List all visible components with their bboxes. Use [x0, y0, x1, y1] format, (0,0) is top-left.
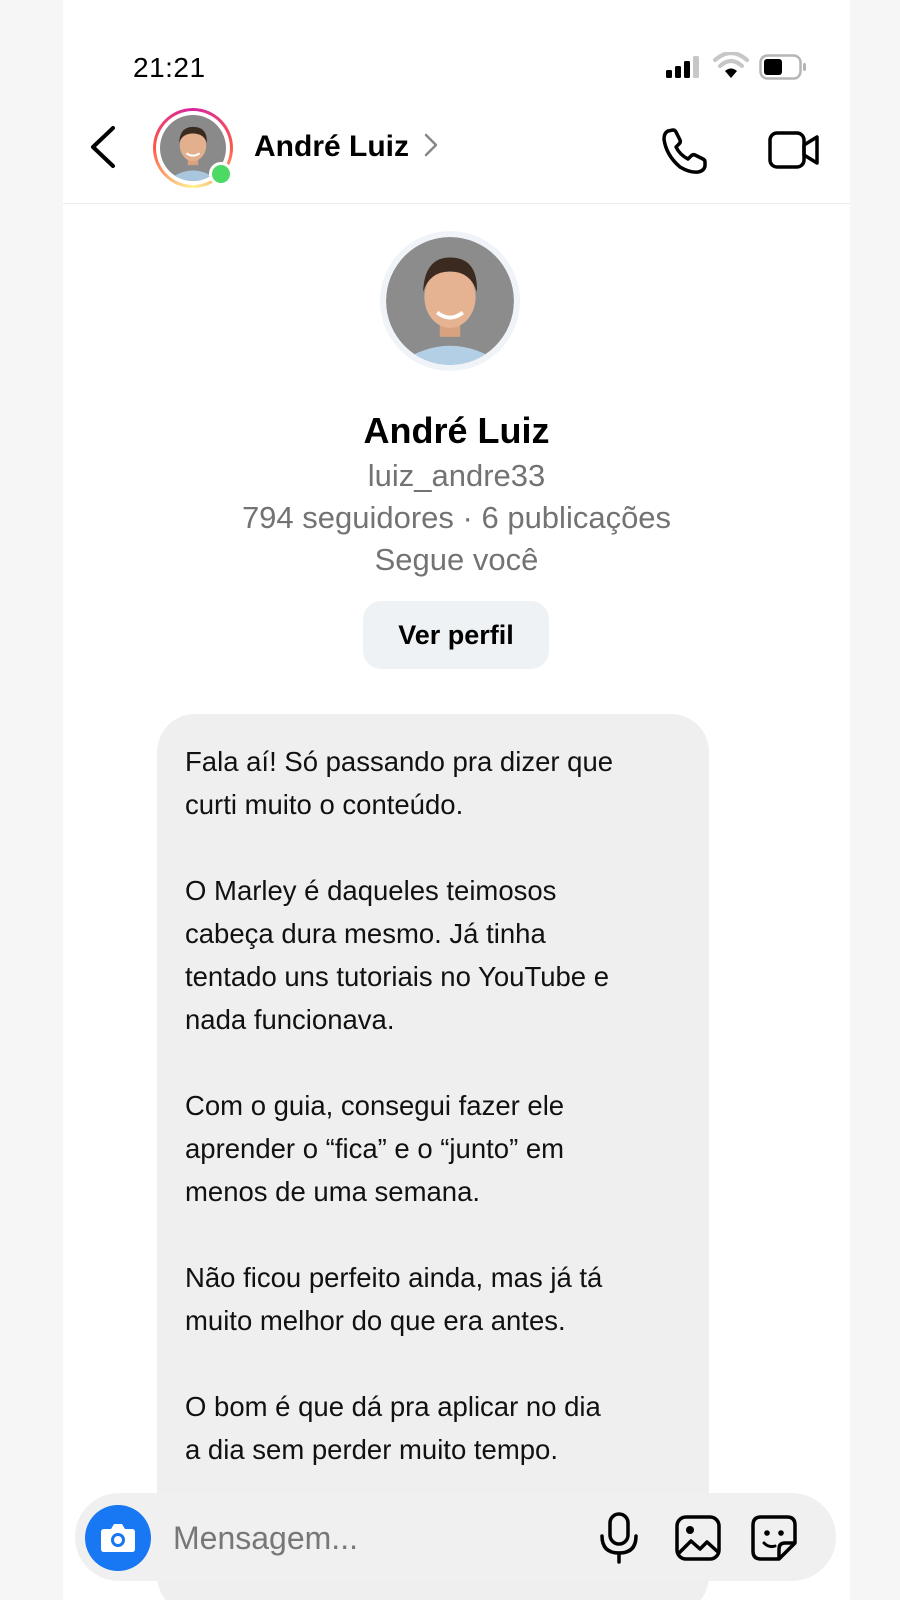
- avatar-photo: [386, 237, 514, 365]
- camera-button[interactable]: [85, 1505, 151, 1571]
- profile-stats: 794 seguidores · 6 publicações: [241, 500, 672, 535]
- message-paragraph: Com o guia, consegui fazer ele aprender …: [185, 1090, 565, 1207]
- sticker-icon: [751, 1515, 797, 1561]
- message-input[interactable]: [171, 1507, 555, 1569]
- video-call-button[interactable]: [768, 130, 820, 170]
- chevron-left-icon: [91, 126, 115, 168]
- microphone-button[interactable]: [597, 1511, 641, 1565]
- message-paragraph: Fala aí! Só passando pra dizer que curti…: [185, 746, 614, 820]
- online-status-dot: [209, 162, 233, 186]
- message-paragraph: Não ficou perfeito ainda, mas já tá muit…: [185, 1262, 603, 1336]
- message-composer: [75, 1493, 836, 1581]
- status-time: 21:21: [133, 52, 206, 83]
- battery-icon: [759, 54, 807, 80]
- dm-screen: 21:21 André Luiz André Luiz luiz_andre33…: [63, 0, 850, 1600]
- microphone-icon: [600, 1512, 638, 1564]
- header-contact-name[interactable]: André Luiz: [254, 130, 409, 164]
- status-bar: 21:21: [63, 0, 850, 100]
- camera-icon: [101, 1524, 135, 1552]
- signal-icon: [666, 56, 702, 78]
- image-icon: [675, 1515, 721, 1561]
- message-paragraph: O bom é que dá pra aplicar no dia a dia …: [185, 1391, 601, 1465]
- gallery-button[interactable]: [673, 1513, 723, 1563]
- video-camera-icon: [768, 131, 819, 169]
- phone-icon: [662, 128, 707, 174]
- profile-username: luiz_andre33: [367, 458, 546, 493]
- message-bubble[interactable]: Fala aí! Só passando pra dizer que curti…: [157, 714, 709, 1600]
- sticker-button[interactable]: [749, 1513, 799, 1563]
- profile-name: André Luiz: [363, 410, 550, 451]
- back-button[interactable]: [83, 122, 123, 172]
- audio-call-button[interactable]: [658, 125, 710, 177]
- follow-status: Segue você: [374, 542, 539, 577]
- message-paragraph: O Marley é daqueles teimosos cabeça dura…: [185, 875, 610, 1035]
- profile-avatar[interactable]: [386, 237, 514, 365]
- chat-header: André Luiz: [63, 100, 850, 204]
- chevron-right-icon[interactable]: [423, 132, 439, 158]
- header-avatar[interactable]: [153, 108, 233, 188]
- wifi-icon: [713, 52, 749, 80]
- view-profile-button[interactable]: Ver perfil: [363, 601, 549, 669]
